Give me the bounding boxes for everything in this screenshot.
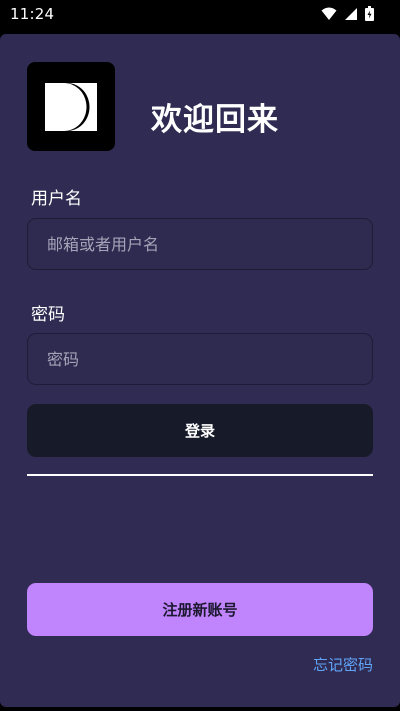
divider <box>27 474 373 476</box>
status-time: 11:24 <box>10 5 55 23</box>
login-card: 欢迎回来 用户名 密码 登录 注册新账号 忘记密码 <box>0 34 400 707</box>
battery-icon <box>365 6 374 25</box>
username-label: 用户名 <box>31 189 82 209</box>
status-bar: 11:24 <box>0 0 400 30</box>
login-button[interactable]: 登录 <box>27 404 373 457</box>
status-icons <box>321 6 374 25</box>
app-logo-icon <box>27 62 115 151</box>
cellular-signal-icon <box>344 6 358 25</box>
password-input[interactable] <box>27 333 373 385</box>
register-button[interactable]: 注册新账号 <box>27 583 373 636</box>
username-input[interactable] <box>27 218 373 270</box>
wifi-icon <box>321 6 337 25</box>
page-title: 欢迎回来 <box>151 102 279 138</box>
password-label: 密码 <box>31 305 65 325</box>
forgot-password-link[interactable]: 忘记密码 <box>313 654 373 675</box>
